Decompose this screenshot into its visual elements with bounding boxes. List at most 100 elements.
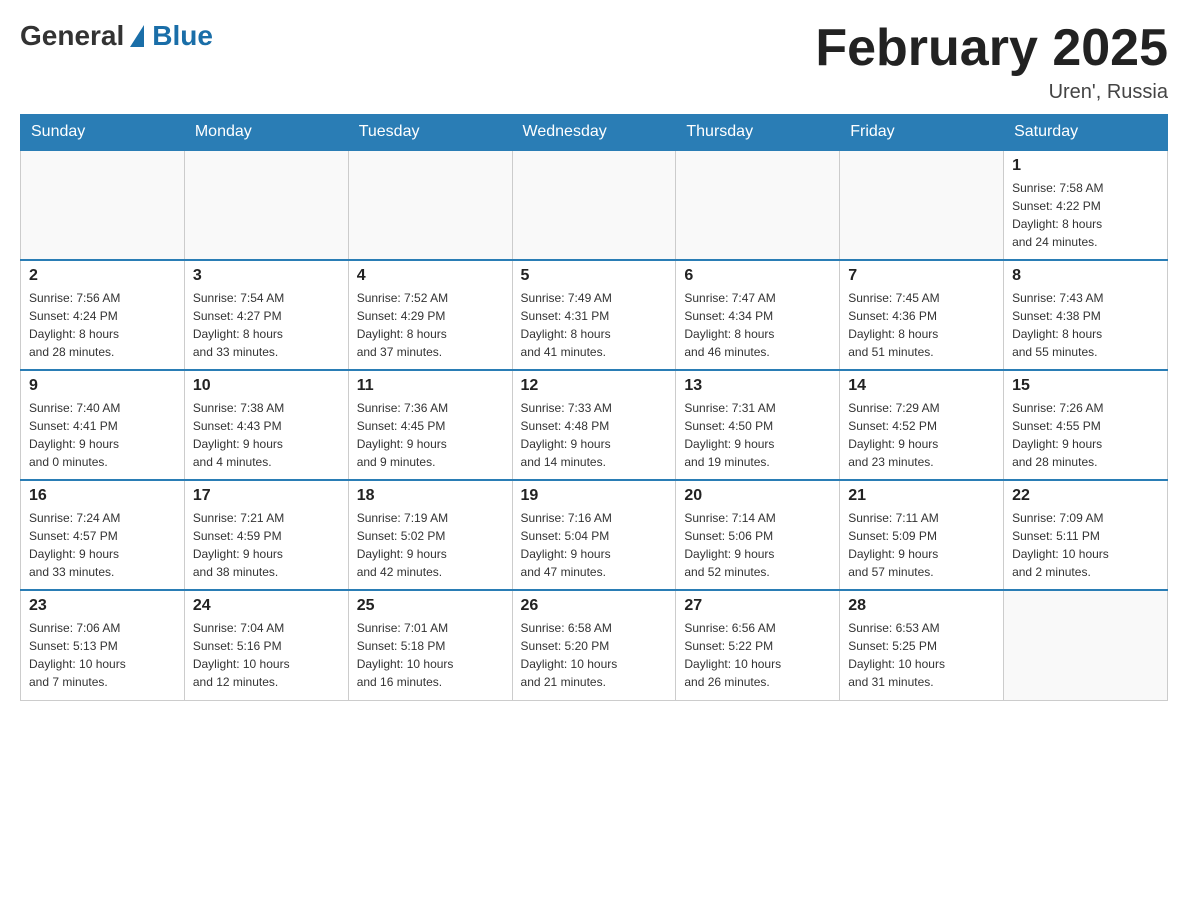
calendar-day-cell bbox=[1004, 590, 1168, 700]
calendar-day-cell: 21Sunrise: 7:11 AM Sunset: 5:09 PM Dayli… bbox=[840, 480, 1004, 590]
calendar-day-cell: 17 Sunrise: 7:21 AM Sunset: 4:59 PM Dayli… bbox=[184, 480, 348, 590]
day-number: 23 bbox=[29, 597, 176, 615]
calendar-day-cell: 10 Sunrise: 7:38 AM Sunset: 4:43 PM Dayli… bbox=[184, 370, 348, 480]
calendar-day-cell: 14 Sunrise: 7:29 AM Sunset: 4:52 PM Dayli… bbox=[840, 370, 1004, 480]
calendar-day-cell: 13 Sunrise: 7:31 AM Sunset: 4:50 PM Dayli… bbox=[676, 370, 840, 480]
logo-general-text: General bbox=[20, 20, 124, 52]
day-number: 4 bbox=[357, 267, 504, 285]
page-header: General Blue February 2025 Uren', Russia bbox=[20, 20, 1168, 104]
calendar-day-cell bbox=[348, 150, 512, 260]
location-text: Uren', Russia bbox=[815, 81, 1168, 104]
calendar-day-cell bbox=[676, 150, 840, 260]
day-info: Sunrise: 7:09 AM Sunset: 5:11 PM Dayligh… bbox=[1012, 509, 1159, 581]
day-info: Sunrise: 7:06 AM Sunset: 5:13 PM Dayligh… bbox=[29, 619, 176, 691]
day-number: 7 bbox=[848, 267, 995, 285]
calendar-day-cell: 9 Sunrise: 7:40 AM Sunset: 4:41 PM Daylig… bbox=[21, 370, 185, 480]
calendar-day-cell: 16 Sunrise: 7:24 AM Sunset: 4:57 PM Dayli… bbox=[21, 480, 185, 590]
day-of-week-header: Wednesday bbox=[512, 115, 676, 151]
day-info: Sunrise: 7:29 AM Sunset: 4:52 PM Dayligh… bbox=[848, 399, 995, 471]
day-info: Sunrise: 6:56 AM Sunset: 5:22 PM Dayligh… bbox=[684, 619, 831, 691]
day-number: 12 bbox=[521, 377, 668, 395]
calendar-day-cell: 19 Sunrise: 7:16 AM Sunset: 5:04 PM Dayli… bbox=[512, 480, 676, 590]
day-info: Sunrise: 7:47 AM Sunset: 4:34 PM Dayligh… bbox=[684, 289, 831, 361]
day-number: 20 bbox=[684, 487, 831, 505]
day-info: Sunrise: 7:43 AM Sunset: 4:38 PM Dayligh… bbox=[1012, 289, 1159, 361]
day-info: Sunrise: 7:33 AM Sunset: 4:48 PM Dayligh… bbox=[521, 399, 668, 471]
day-number: 22 bbox=[1012, 487, 1159, 505]
day-of-week-header: Monday bbox=[184, 115, 348, 151]
day-number: 17 bbox=[193, 487, 340, 505]
day-info: Sunrise: 7:36 AM Sunset: 4:45 PM Dayligh… bbox=[357, 399, 504, 471]
day-info: Sunrise: 7:58 AM Sunset: 4:22 PM Dayligh… bbox=[1012, 179, 1159, 251]
calendar-week-row: 16 Sunrise: 7:24 AM Sunset: 4:57 PM Dayli… bbox=[21, 480, 1168, 590]
calendar-header-row: SundayMondayTuesdayWednesdayThursdayFrid… bbox=[21, 115, 1168, 151]
day-info: Sunrise: 7:31 AM Sunset: 4:50 PM Dayligh… bbox=[684, 399, 831, 471]
calendar-week-row: 1 Sunrise: 7:58 AM Sunset: 4:22 PM Daylig… bbox=[21, 150, 1168, 260]
day-number: 2 bbox=[29, 267, 176, 285]
calendar-week-row: 9 Sunrise: 7:40 AM Sunset: 4:41 PM Daylig… bbox=[21, 370, 1168, 480]
calendar-day-cell: 8 Sunrise: 7:43 AM Sunset: 4:38 PM Daylig… bbox=[1004, 260, 1168, 370]
day-number: 9 bbox=[29, 377, 176, 395]
day-info: Sunrise: 7:01 AM Sunset: 5:18 PM Dayligh… bbox=[357, 619, 504, 691]
day-of-week-header: Saturday bbox=[1004, 115, 1168, 151]
calendar-day-cell: 4Sunrise: 7:52 AM Sunset: 4:29 PM Daylig… bbox=[348, 260, 512, 370]
calendar-day-cell: 1 Sunrise: 7:58 AM Sunset: 4:22 PM Daylig… bbox=[1004, 150, 1168, 260]
day-info: Sunrise: 7:56 AM Sunset: 4:24 PM Dayligh… bbox=[29, 289, 176, 361]
day-number: 19 bbox=[521, 487, 668, 505]
day-of-week-header: Sunday bbox=[21, 115, 185, 151]
day-info: Sunrise: 7:54 AM Sunset: 4:27 PM Dayligh… bbox=[193, 289, 340, 361]
calendar-day-cell: 27 Sunrise: 6:56 AM Sunset: 5:22 PM Dayli… bbox=[676, 590, 840, 700]
calendar-day-cell: 25 Sunrise: 7:01 AM Sunset: 5:18 PM Dayli… bbox=[348, 590, 512, 700]
day-number: 14 bbox=[848, 377, 995, 395]
calendar-day-cell: 6 Sunrise: 7:47 AM Sunset: 4:34 PM Daylig… bbox=[676, 260, 840, 370]
day-info: Sunrise: 7:45 AM Sunset: 4:36 PM Dayligh… bbox=[848, 289, 995, 361]
day-number: 5 bbox=[521, 267, 668, 285]
day-number: 26 bbox=[521, 597, 668, 615]
day-of-week-header: Tuesday bbox=[348, 115, 512, 151]
calendar-day-cell: 18Sunrise: 7:19 AM Sunset: 5:02 PM Dayli… bbox=[348, 480, 512, 590]
calendar-day-cell: 26Sunrise: 6:58 AM Sunset: 5:20 PM Dayli… bbox=[512, 590, 676, 700]
calendar-day-cell: 2 Sunrise: 7:56 AM Sunset: 4:24 PM Daylig… bbox=[21, 260, 185, 370]
day-of-week-header: Thursday bbox=[676, 115, 840, 151]
day-number: 3 bbox=[193, 267, 340, 285]
calendar-day-cell: 12 Sunrise: 7:33 AM Sunset: 4:48 PM Dayli… bbox=[512, 370, 676, 480]
calendar-day-cell: 20 Sunrise: 7:14 AM Sunset: 5:06 PM Dayli… bbox=[676, 480, 840, 590]
day-of-week-header: Friday bbox=[840, 115, 1004, 151]
day-info: Sunrise: 7:40 AM Sunset: 4:41 PM Dayligh… bbox=[29, 399, 176, 471]
calendar-day-cell: 24 Sunrise: 7:04 AM Sunset: 5:16 PM Dayli… bbox=[184, 590, 348, 700]
day-info: Sunrise: 7:04 AM Sunset: 5:16 PM Dayligh… bbox=[193, 619, 340, 691]
day-info: Sunrise: 7:19 AM Sunset: 5:02 PM Dayligh… bbox=[357, 509, 504, 581]
calendar-table: SundayMondayTuesdayWednesdayThursdayFrid… bbox=[20, 114, 1168, 701]
calendar-day-cell: 3 Sunrise: 7:54 AM Sunset: 4:27 PM Daylig… bbox=[184, 260, 348, 370]
calendar-day-cell: 7 Sunrise: 7:45 AM Sunset: 4:36 PM Daylig… bbox=[840, 260, 1004, 370]
day-info: Sunrise: 7:16 AM Sunset: 5:04 PM Dayligh… bbox=[521, 509, 668, 581]
day-info: Sunrise: 7:21 AM Sunset: 4:59 PM Dayligh… bbox=[193, 509, 340, 581]
day-number: 13 bbox=[684, 377, 831, 395]
day-number: 10 bbox=[193, 377, 340, 395]
day-number: 27 bbox=[684, 597, 831, 615]
logo-blue-text: Blue bbox=[152, 20, 213, 52]
day-number: 1 bbox=[1012, 157, 1159, 175]
day-number: 16 bbox=[29, 487, 176, 505]
day-number: 15 bbox=[1012, 377, 1159, 395]
day-info: Sunrise: 7:24 AM Sunset: 4:57 PM Dayligh… bbox=[29, 509, 176, 581]
day-info: Sunrise: 7:49 AM Sunset: 4:31 PM Dayligh… bbox=[521, 289, 668, 361]
calendar-week-row: 2 Sunrise: 7:56 AM Sunset: 4:24 PM Daylig… bbox=[21, 260, 1168, 370]
day-number: 25 bbox=[357, 597, 504, 615]
day-number: 11 bbox=[357, 377, 504, 395]
logo: General Blue bbox=[20, 20, 213, 52]
day-info: Sunrise: 7:38 AM Sunset: 4:43 PM Dayligh… bbox=[193, 399, 340, 471]
calendar-day-cell: 15 Sunrise: 7:26 AM Sunset: 4:55 PM Dayli… bbox=[1004, 370, 1168, 480]
day-info: Sunrise: 7:11 AM Sunset: 5:09 PM Dayligh… bbox=[848, 509, 995, 581]
day-number: 28 bbox=[848, 597, 995, 615]
day-info: Sunrise: 7:26 AM Sunset: 4:55 PM Dayligh… bbox=[1012, 399, 1159, 471]
calendar-day-cell bbox=[840, 150, 1004, 260]
day-number: 24 bbox=[193, 597, 340, 615]
logo-triangle-icon bbox=[130, 25, 144, 47]
calendar-week-row: 23 Sunrise: 7:06 AM Sunset: 5:13 PM Dayli… bbox=[21, 590, 1168, 700]
day-info: Sunrise: 7:14 AM Sunset: 5:06 PM Dayligh… bbox=[684, 509, 831, 581]
calendar-day-cell bbox=[512, 150, 676, 260]
day-number: 8 bbox=[1012, 267, 1159, 285]
calendar-title: February 2025 bbox=[815, 20, 1168, 77]
day-number: 6 bbox=[684, 267, 831, 285]
